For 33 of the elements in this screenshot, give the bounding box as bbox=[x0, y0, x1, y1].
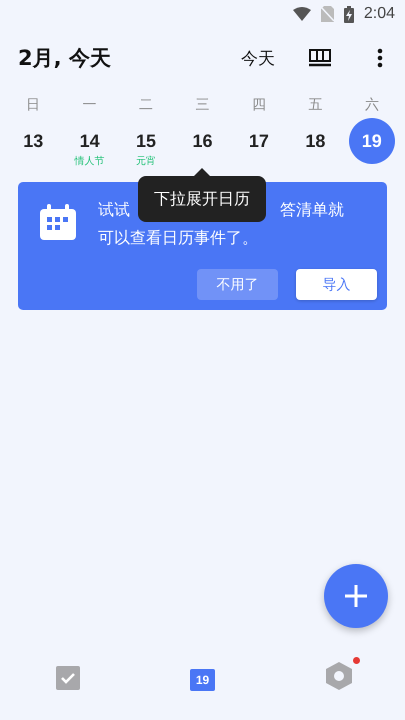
weekday-label: 六 bbox=[364, 96, 380, 115]
holiday-label: 元宵 bbox=[136, 154, 156, 168]
weekday-label: 三 bbox=[194, 96, 210, 115]
month-title: 2月, 今天 bbox=[18, 45, 112, 72]
today-button[interactable]: 今天 bbox=[241, 46, 275, 70]
settings-icon[interactable] bbox=[326, 662, 352, 690]
import-button[interactable]: 导入 bbox=[296, 269, 377, 300]
weekday-label: 二 bbox=[138, 96, 154, 115]
view-switch-icon[interactable] bbox=[309, 49, 331, 67]
weekday-label: 四 bbox=[250, 96, 267, 115]
weekday-label: 一 bbox=[82, 96, 98, 115]
add-button[interactable] bbox=[324, 564, 388, 628]
banner-text: 答清单就 bbox=[280, 200, 344, 221]
holiday-label: 情人节 bbox=[74, 154, 105, 168]
no-sim-icon bbox=[320, 6, 334, 22]
status-time: 2:04 bbox=[364, 5, 395, 23]
more-icon[interactable] bbox=[377, 48, 383, 68]
plus-icon bbox=[344, 584, 368, 608]
banner-text: 试试 bbox=[98, 200, 130, 221]
date-cell[interactable]: 16 bbox=[179, 118, 226, 164]
banner-text: 可以查看日历事件了。 bbox=[98, 228, 259, 249]
weekday-label: 日 bbox=[25, 96, 42, 115]
wifi-icon bbox=[292, 7, 311, 21]
tooltip: 下拉展开日历 bbox=[138, 176, 266, 222]
date-cell[interactable]: 17 bbox=[236, 118, 282, 164]
checkbox-icon[interactable] bbox=[56, 666, 80, 690]
calendar-tab[interactable]: 19 bbox=[190, 668, 215, 690]
weekday-label: 五 bbox=[307, 96, 324, 115]
battery-charging-icon bbox=[344, 6, 354, 22]
date-cell[interactable]: 13 bbox=[10, 118, 56, 164]
date-cell[interactable]: 18 bbox=[292, 118, 338, 164]
date-cell[interactable]: 19 bbox=[348, 118, 395, 164]
calendar-icon bbox=[40, 204, 76, 240]
